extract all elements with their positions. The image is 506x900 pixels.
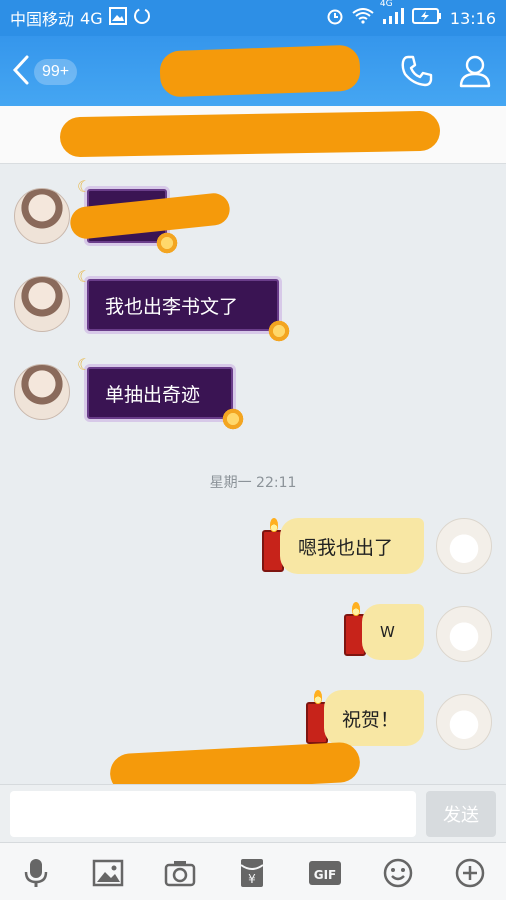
input-bar: 发送 <box>0 784 506 842</box>
signal-network-tag: 4G <box>379 0 393 9</box>
message-text: 嗯我也出了 <box>298 536 394 559</box>
image-icon[interactable] <box>92 857 124 889</box>
message-text: 我也出李书文了 <box>105 295 239 318</box>
gif-label: GIF <box>314 868 337 882</box>
moon-icon: ☾ <box>77 177 92 196</box>
signal-icon: 4G <box>380 0 404 29</box>
phone-call-button[interactable] <box>400 54 434 92</box>
self-avatar[interactable] <box>436 518 492 574</box>
clock-time: 13:16 <box>449 8 496 28</box>
sender-avatar[interactable] <box>14 188 70 244</box>
profile-icon <box>458 55 492 92</box>
wifi-icon <box>352 8 374 28</box>
self-avatar[interactable] <box>436 606 492 662</box>
gallery-icon <box>108 7 127 29</box>
message-text: 祝贺！ <box>342 708 400 731</box>
message-bubble-right[interactable]: 祝贺！ <box>324 690 424 746</box>
self-avatar[interactable] <box>436 694 492 750</box>
message-bubble-left[interactable]: ☾ 我也出李书文了 <box>77 267 291 343</box>
message-bubble-right[interactable]: 嗯我也出了 <box>280 518 424 574</box>
moon-icon: ☾ <box>77 267 92 286</box>
back-button[interactable]: 99+ <box>12 54 78 90</box>
red-packet-glyph: ¥ <box>248 872 256 886</box>
send-button[interactable]: 发送 <box>426 791 496 837</box>
unread-badge: 99+ <box>34 59 78 85</box>
red-packet-icon[interactable]: ¥ <box>236 857 268 889</box>
status-bar: 中国移动 4G 4G 13:16 <box>0 0 506 36</box>
microphone-icon[interactable] <box>20 857 52 889</box>
message-text: W <box>380 623 395 641</box>
input-toolbar: ¥ GIF <box>0 842 506 900</box>
message-text: 单抽出奇迹 <box>105 383 201 406</box>
emoji-icon[interactable] <box>382 857 414 889</box>
sender-avatar[interactable] <box>14 364 70 420</box>
redaction-scribble <box>59 110 441 158</box>
phone-icon <box>400 55 434 92</box>
battery-charging-icon <box>411 7 442 29</box>
moon-icon: ☾ <box>77 355 92 374</box>
message-input[interactable] <box>10 791 416 837</box>
time-separator: 星期一 22:11 <box>209 475 297 491</box>
message-bubble-left[interactable]: ☾ 单抽出奇迹 <box>77 355 245 431</box>
carrier-name: 中国移动 <box>10 10 75 29</box>
redaction-scribble <box>159 44 361 98</box>
message-bubble-right[interactable]: W <box>362 604 424 660</box>
sender-avatar[interactable] <box>14 276 70 332</box>
plus-icon[interactable] <box>454 857 486 889</box>
gif-icon[interactable]: GIF <box>308 857 341 889</box>
profile-button[interactable] <box>458 54 492 92</box>
camera-icon[interactable] <box>164 857 196 889</box>
back-chevron-icon <box>12 54 30 90</box>
alarm-icon <box>326 7 344 29</box>
sync-icon <box>133 7 151 29</box>
network-type: 4G <box>80 8 103 28</box>
